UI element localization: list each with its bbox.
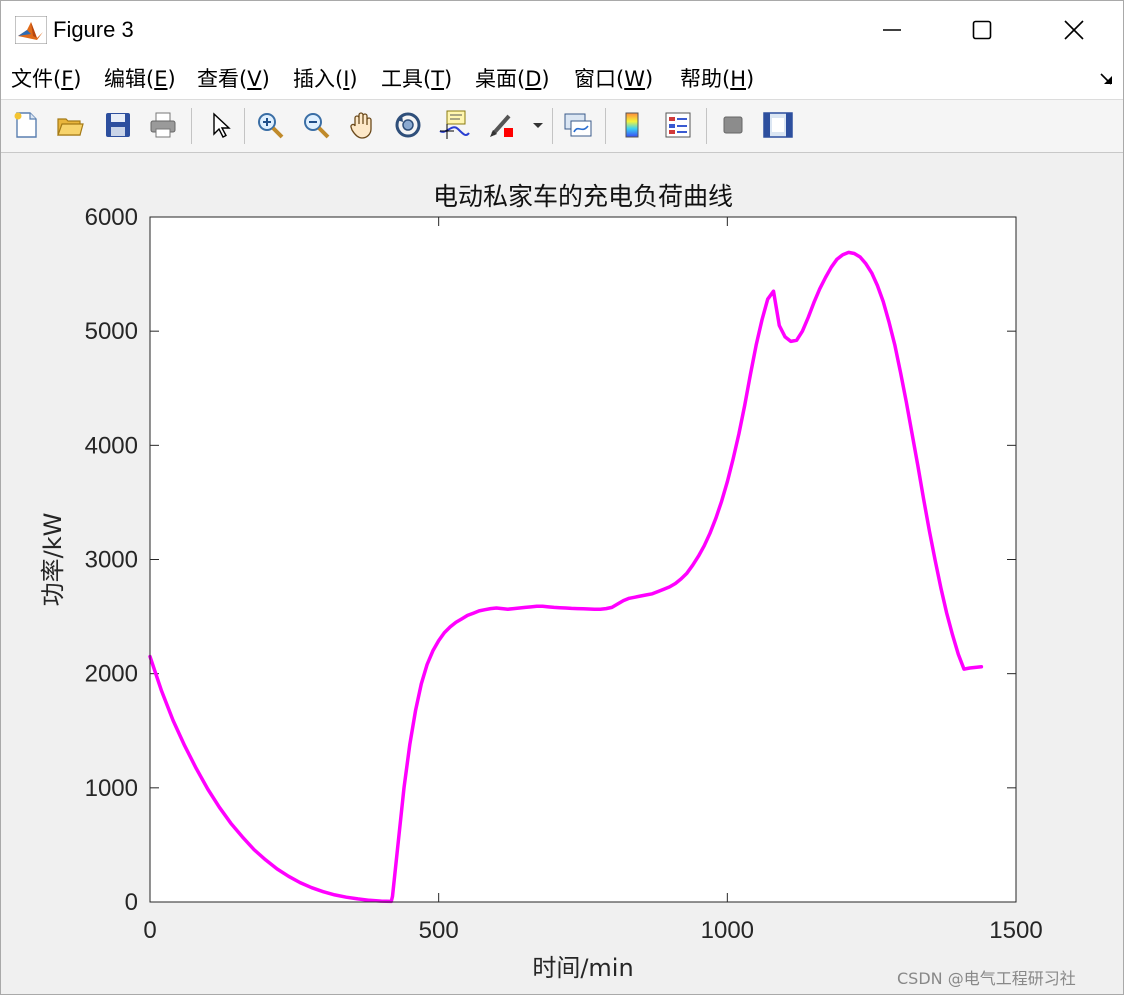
- new-file-icon: [14, 112, 37, 138]
- x-tick-label: 1500: [989, 917, 1042, 944]
- menu-desktop[interactable]: 桌面(D): [475, 65, 550, 93]
- zoom-in-button[interactable]: [253, 108, 287, 142]
- toolbar-separator: [605, 108, 606, 144]
- close-icon: [1064, 20, 1084, 40]
- minimize-icon: [883, 29, 901, 31]
- maximize-button[interactable]: [937, 1, 1027, 59]
- menu-window[interactable]: 窗口(W): [574, 65, 653, 93]
- legend-icon: [665, 112, 691, 138]
- menu-view[interactable]: 查看(V): [197, 65, 270, 93]
- colorbar-icon: [625, 112, 639, 138]
- print-button[interactable]: [146, 108, 180, 142]
- chart-title: 电动私家车的充电负荷曲线: [433, 182, 733, 211]
- menu-insert[interactable]: 插入(I): [293, 65, 358, 93]
- data-cursor-icon: [439, 110, 470, 139]
- window-title: Figure 3: [53, 17, 134, 42]
- y-tick-label: 2000: [85, 661, 138, 688]
- y-tick-label: 0: [125, 889, 138, 916]
- show-plot-tools-button[interactable]: [761, 108, 795, 142]
- zoom-out-icon: [304, 113, 330, 139]
- brush-dropdown-icon: [533, 123, 543, 128]
- y-tick-label: 5000: [85, 318, 138, 345]
- pointer-icon: [213, 112, 231, 138]
- data-cursor-button[interactable]: [437, 108, 471, 142]
- x-tick-label: 1000: [701, 917, 754, 944]
- menu-edit[interactable]: 编辑(E): [104, 65, 176, 93]
- show-plot-tools-icon: [763, 112, 793, 138]
- insert-legend-button[interactable]: [661, 108, 695, 142]
- title-bar[interactable]: Figure 3: [1, 1, 1123, 59]
- x-axis-label: 时间/min: [532, 954, 633, 982]
- rotate-3d-button[interactable]: [391, 108, 425, 142]
- y-tick-label: 1000: [85, 775, 138, 802]
- toolbar: [1, 100, 1123, 153]
- brush-icon: [490, 114, 513, 137]
- open-folder-icon: [57, 118, 84, 136]
- toolbar-separator: [191, 108, 192, 144]
- maximize-icon: [972, 20, 992, 40]
- link-plot-icon: [564, 113, 592, 137]
- save-icon: [106, 113, 130, 137]
- y-tick-label: 4000: [85, 432, 138, 459]
- brush-dropdown-button[interactable]: [529, 108, 547, 142]
- link-plot-button[interactable]: [561, 108, 595, 142]
- y-tick-label: 6000: [85, 204, 138, 231]
- watermark: CSDN @电气工程研习社: [897, 969, 1076, 988]
- pan-hand-icon: [350, 112, 372, 139]
- pan-button[interactable]: [345, 108, 379, 142]
- axes-background[interactable]: [150, 217, 1016, 902]
- plot-canvas[interactable]: 0 500 1000 1500 0 1000 2000 3000 4000 5000 6000 电动…: [1, 153, 1123, 994]
- print-icon: [150, 112, 176, 138]
- y-axis-label: 功率/kW: [39, 513, 67, 607]
- new-figure-button[interactable]: [9, 108, 43, 142]
- close-button[interactable]: [1029, 1, 1119, 59]
- zoom-out-button[interactable]: [299, 108, 333, 142]
- menu-bar: 文件(F) 编辑(E) 查看(V) 插入(I) 工具(T) 桌面(D) 窗口(W…: [1, 59, 1123, 100]
- x-tick-label: 500: [419, 917, 459, 944]
- edit-plot-button[interactable]: [203, 108, 237, 142]
- figure-window: Figure 3 文件(F) 编辑(E) 查看(V) 插入(I) 工具(T) 桌…: [0, 0, 1124, 995]
- open-file-button[interactable]: [53, 108, 87, 142]
- brush-button[interactable]: [485, 108, 519, 142]
- hide-plot-tools-button[interactable]: [716, 108, 750, 142]
- toolbar-separator: [552, 108, 553, 144]
- menu-file[interactable]: 文件(F): [11, 65, 82, 93]
- y-tick-label: 3000: [85, 547, 138, 574]
- zoom-in-icon: [258, 113, 284, 139]
- minimize-button[interactable]: [847, 1, 937, 59]
- insert-colorbar-button[interactable]: [615, 108, 649, 142]
- x-tick-label: 0: [143, 917, 156, 944]
- menu-tools[interactable]: 工具(T): [381, 65, 452, 93]
- matlab-app-icon: [15, 16, 47, 44]
- toolbar-separator: [244, 108, 245, 144]
- toolbar-separator: [706, 108, 707, 144]
- dock-arrow-icon[interactable]: [1099, 71, 1115, 87]
- save-button[interactable]: [101, 108, 135, 142]
- hide-plot-tools-icon: [723, 116, 743, 134]
- rotate-3d-icon: [395, 112, 421, 138]
- menu-help[interactable]: 帮助(H): [680, 65, 754, 93]
